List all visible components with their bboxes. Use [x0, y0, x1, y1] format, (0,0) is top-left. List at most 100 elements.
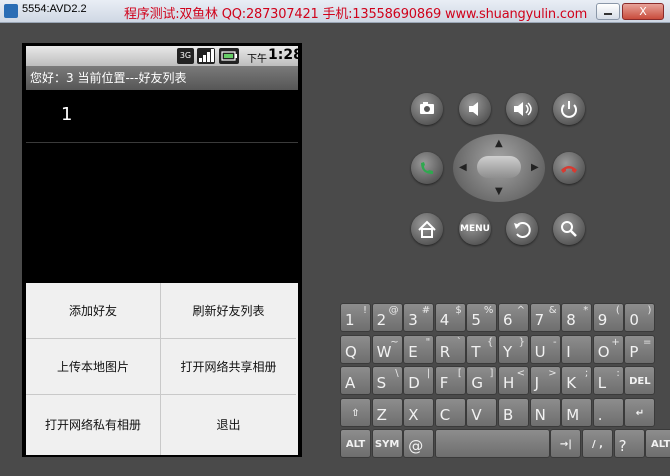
key-9[interactable]: 9( [592, 303, 624, 332]
key-h[interactable]: H < [498, 366, 529, 395]
key-label: M [566, 405, 580, 424]
key-d[interactable]: D | [403, 366, 435, 395]
key-sym46[interactable]: ? [613, 429, 645, 458]
close-button[interactable]: X [622, 3, 664, 20]
key-u[interactable]: U- [529, 334, 561, 364]
clock: 1:28 [268, 47, 303, 63]
key-4[interactable]: 4 $ [434, 303, 466, 332]
menu-item-open-private-album[interactable]: 打开网络私有相册 [26, 395, 161, 455]
key-m[interactable]: M [561, 397, 593, 427]
menu-item-exit[interactable]: 退出 [161, 395, 296, 455]
key-v[interactable]: V [466, 397, 498, 427]
key-label: W [376, 342, 392, 361]
key-sym42[interactable]: @ [403, 429, 435, 458]
end-call-icon[interactable] [553, 152, 585, 184]
key-z[interactable]: Z [371, 397, 403, 427]
dpad-center-button[interactable] [477, 156, 521, 178]
key-x[interactable]: X [403, 397, 435, 427]
key-2[interactable]: 2 @ [371, 303, 403, 332]
key-s[interactable]: S \ [371, 366, 403, 395]
list-item-label: 1 [61, 104, 73, 125]
key-label: →| [559, 439, 572, 450]
key-o[interactable]: O + [592, 334, 624, 364]
dpad[interactable]: ▲ ▼ ◀ ▶ [453, 134, 545, 202]
menu-item-upload-image[interactable]: 上传本地图片 [26, 339, 161, 395]
key-r[interactable]: R ` [434, 334, 466, 364]
minimize-button[interactable] [596, 3, 620, 20]
key-alt[interactable]: ALT [340, 429, 371, 458]
key-sym44[interactable]: →| [550, 429, 582, 458]
key-space[interactable] [434, 429, 550, 458]
key-q[interactable]: Q [340, 334, 371, 364]
dpad-left-icon[interactable]: ◀ [459, 162, 467, 173]
menu-item-add-friend[interactable]: 添加好友 [26, 283, 161, 339]
key-c[interactable]: C [434, 397, 466, 427]
key-1[interactable]: 1! [340, 303, 371, 332]
key-e[interactable]: E " [403, 334, 435, 364]
time-ampm: 下午 [247, 54, 267, 65]
key-alt-label: \ [395, 368, 399, 379]
key-alt[interactable]: ALT [645, 429, 670, 458]
key-8[interactable]: 8 * [561, 303, 593, 332]
key-y[interactable]: Y} [498, 334, 529, 364]
key-label: N [534, 405, 546, 424]
key-5[interactable]: 5% [466, 303, 498, 332]
key-label: I [566, 342, 571, 361]
key-sym38[interactable]: . [592, 397, 624, 427]
key-label: K [566, 374, 577, 392]
key-b[interactable]: B [498, 397, 529, 427]
key-k[interactable]: K; [561, 366, 593, 395]
key-del[interactable]: DEL [624, 366, 656, 395]
key-sym45[interactable]: / , [582, 429, 613, 458]
key-alt-label: $ [455, 305, 462, 316]
key-f[interactable]: F[ [434, 366, 466, 395]
key-l[interactable]: L: [592, 366, 624, 395]
key-j[interactable]: J > [529, 366, 561, 395]
key-label: J [534, 374, 540, 392]
menu-item-refresh-list[interactable]: 刷新好友列表 [161, 283, 296, 339]
key-p[interactable]: P = [624, 334, 656, 364]
battery-icon [219, 48, 239, 64]
key-label: / , [592, 439, 603, 450]
dpad-up-icon[interactable]: ▲ [495, 138, 503, 149]
key-g[interactable]: G] [466, 366, 498, 395]
key-w[interactable]: W ~ [371, 334, 403, 364]
key-3[interactable]: 3 # [403, 303, 435, 332]
key-sym[interactable]: SYM [371, 429, 403, 458]
dpad-right-icon[interactable]: ▶ [531, 162, 539, 173]
menu-item-open-shared-album[interactable]: 打开网络共享相册 [161, 339, 296, 395]
app-title-bar: 您好：3 当前位置---好友列表 [26, 66, 298, 90]
key-a[interactable]: A [340, 366, 371, 395]
key-alt-label: @ [388, 305, 399, 316]
key-label: 8 [566, 311, 576, 329]
options-menu: 添加好友 刷新好友列表 上传本地图片 打开网络共享相册 打开网络私有相册 退出 [26, 283, 298, 455]
key-label: ⇧ [351, 407, 360, 419]
key-i[interactable]: I [561, 334, 593, 364]
key-sym30[interactable]: ⇧ [340, 397, 371, 427]
volume-up-icon[interactable] [506, 93, 538, 125]
key-alt-label: % [483, 305, 494, 316]
list-item[interactable]: 1 [26, 90, 298, 143]
key-t[interactable]: T{ [466, 334, 498, 364]
volume-down-icon[interactable] [459, 93, 491, 125]
search-icon[interactable] [553, 213, 585, 245]
key-label: V [471, 405, 482, 424]
power-icon[interactable] [553, 93, 585, 125]
key-label: S [376, 374, 387, 392]
dpad-down-icon[interactable]: ▼ [495, 186, 503, 197]
home-icon[interactable] [411, 213, 443, 245]
call-icon[interactable] [411, 152, 443, 184]
key-6[interactable]: 6 ^ [498, 303, 529, 332]
key-alt-label: > [548, 368, 557, 379]
key-alt-label: & [548, 305, 557, 316]
menu-button[interactable]: MENU [459, 213, 491, 245]
camera-icon[interactable] [411, 93, 443, 125]
key-alt-label: ^ [516, 305, 525, 316]
key-label: ↵ [635, 407, 645, 419]
key-sym39[interactable]: ↵ [624, 397, 656, 427]
key-alt-label: - [552, 336, 557, 348]
key-n[interactable]: N [529, 397, 561, 427]
key-0[interactable]: 0) [624, 303, 656, 332]
key-7[interactable]: 7 & [529, 303, 561, 332]
back-icon[interactable] [506, 213, 538, 245]
